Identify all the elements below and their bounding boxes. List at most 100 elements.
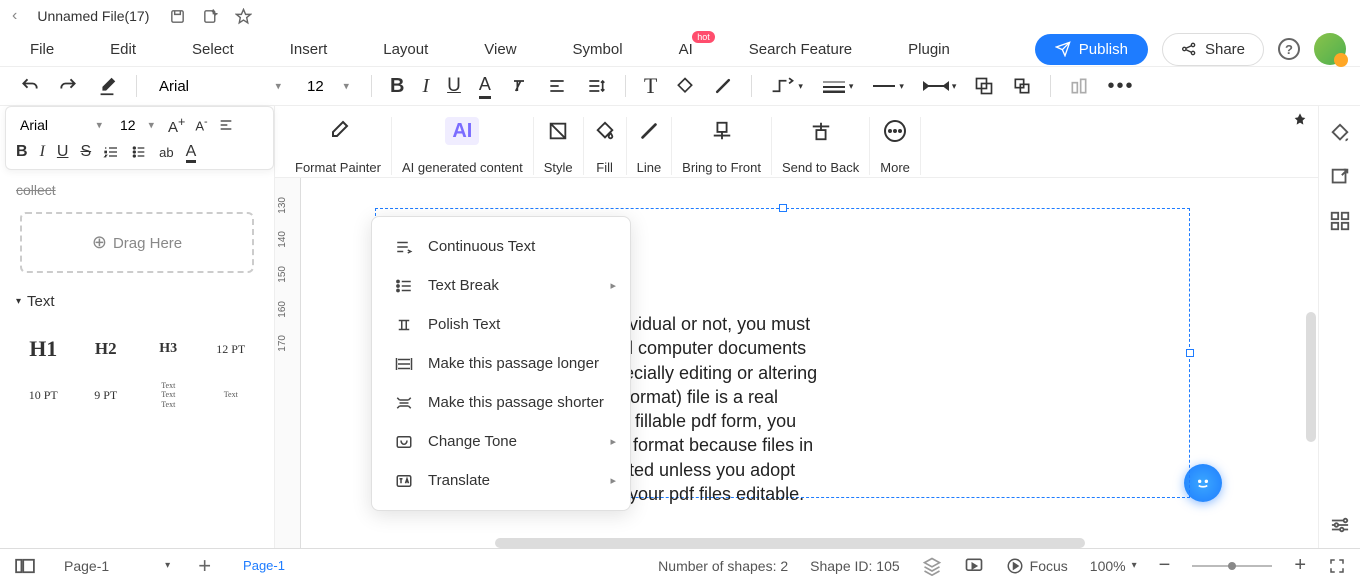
ai-menu-text-break[interactable]: Text Break ▸ [372, 266, 630, 305]
menu-layout[interactable]: Layout [383, 41, 428, 58]
decrease-font-icon[interactable]: A- [195, 116, 207, 133]
line-icon[interactable] [713, 76, 733, 96]
float-underline-icon[interactable]: U [57, 143, 69, 161]
page-tab-active[interactable]: Page-1 [229, 558, 299, 573]
text-preset-12pt[interactable]: 12 PT [202, 328, 261, 370]
align-icon[interactable] [547, 76, 567, 96]
align-objects-icon[interactable] [1069, 76, 1089, 96]
ctx-more[interactable]: More [870, 117, 921, 175]
layers-icon[interactable] [922, 556, 942, 576]
ai-menu-longer[interactable]: Make this passage longer [372, 344, 630, 383]
underline-icon[interactable]: U [447, 75, 461, 97]
redo-icon[interactable] [58, 76, 78, 96]
menu-select[interactable]: Select [192, 41, 234, 58]
layer-icon[interactable] [974, 76, 994, 96]
italic-icon[interactable]: I [422, 75, 429, 98]
ctx-bring-front[interactable]: Bring to Front [672, 117, 772, 175]
text-tool-icon[interactable]: T [644, 73, 657, 99]
resize-handle-top[interactable] [779, 204, 787, 212]
horizontal-scrollbar[interactable] [495, 538, 1085, 548]
ai-menu-translate[interactable]: Translate ▸ [372, 461, 630, 500]
star-icon[interactable] [235, 8, 252, 25]
increase-font-icon[interactable]: A+ [168, 115, 185, 136]
resize-handle-right[interactable] [1186, 349, 1194, 357]
fullscreen-icon[interactable] [1328, 557, 1346, 575]
avatar[interactable] [1314, 33, 1346, 65]
font-color-icon[interactable]: A [479, 74, 491, 99]
bold-icon[interactable]: B [390, 75, 404, 98]
zoom-slider[interactable] [1192, 561, 1272, 571]
format-painter-icon[interactable] [96, 75, 118, 97]
vertical-scrollbar[interactable] [1306, 312, 1316, 442]
zoom-in-icon[interactable]: + [1294, 554, 1306, 577]
float-size-select[interactable] [116, 113, 158, 137]
export-icon[interactable] [202, 8, 219, 25]
menu-insert[interactable]: Insert [290, 41, 328, 58]
font-size-select[interactable] [303, 74, 353, 99]
clear-format-icon[interactable] [509, 76, 529, 96]
undo-icon[interactable] [20, 76, 40, 96]
menu-ai[interactable]: AI hot [679, 41, 693, 58]
text-preset-h1[interactable]: H1 [14, 328, 73, 370]
line-spacing-icon[interactable] [585, 76, 607, 96]
text-preset-10pt[interactable]: 10 PT [14, 374, 73, 416]
share-button[interactable]: Share [1162, 33, 1264, 66]
settings-toggle-icon[interactable] [1329, 516, 1351, 534]
menu-search[interactable]: Search Feature [749, 41, 852, 58]
float-color-icon[interactable]: A [186, 143, 197, 161]
ctx-format-painter[interactable]: Format Painter [285, 117, 392, 175]
menu-edit[interactable]: Edit [110, 41, 136, 58]
page-selector[interactable]: Page-1 ▾ [54, 554, 180, 578]
menu-symbol[interactable]: Symbol [573, 41, 623, 58]
publish-button[interactable]: Publish [1035, 34, 1148, 65]
text-preset-h2[interactable]: H2 [77, 328, 136, 370]
group-icon[interactable] [1012, 76, 1032, 96]
line-style-icon[interactable]: ▾ [821, 79, 854, 93]
ctx-send-back[interactable]: Send to Back [772, 117, 870, 175]
ai-menu-polish[interactable]: Polish Text [372, 305, 630, 344]
float-font-select[interactable] [16, 113, 106, 137]
float-strike-icon[interactable]: S [80, 143, 91, 161]
float-bold-icon[interactable]: B [16, 143, 28, 161]
help-icon[interactable]: ? [1278, 38, 1300, 60]
arrow-style-icon[interactable]: ▾ [922, 80, 957, 92]
text-section-header[interactable]: ▾ Text [0, 283, 274, 320]
add-page-icon[interactable]: + [198, 553, 211, 579]
pin-icon[interactable] [1292, 112, 1308, 128]
ai-menu-continuous[interactable]: Continuous Text [372, 227, 630, 266]
ai-menu-shorter[interactable]: Make this passage shorter [372, 383, 630, 422]
line-pattern-icon[interactable]: ▾ [871, 81, 904, 92]
ai-menu-tone[interactable]: Change Tone ▸ [372, 422, 630, 461]
menu-plugin[interactable]: Plugin [908, 41, 950, 58]
text-preset-small[interactable]: Text [202, 374, 261, 416]
ctx-line[interactable]: Line [627, 117, 673, 175]
menu-view[interactable]: View [484, 41, 516, 58]
fill-icon[interactable] [675, 76, 695, 96]
float-italic-icon[interactable]: I [40, 143, 45, 161]
shape-export-icon[interactable] [1329, 166, 1351, 188]
drag-here-zone[interactable]: ⊕Drag Here [20, 212, 254, 273]
ctx-fill[interactable]: Fill [584, 117, 627, 175]
text-preset-paragraph[interactable]: Text Text Text [139, 374, 198, 416]
float-subscript-icon[interactable]: ab [159, 145, 173, 160]
text-preset-9pt[interactable]: 9 PT [77, 374, 136, 416]
font-family-select[interactable] [155, 74, 285, 99]
zoom-control[interactable]: 100% ▾ [1090, 558, 1137, 574]
float-align-icon[interactable] [218, 117, 234, 133]
ctx-ai-gen[interactable]: AI AI generated content [392, 117, 534, 175]
menu-file[interactable]: File [30, 41, 54, 58]
outline-view-icon[interactable] [14, 558, 36, 574]
more-icon[interactable]: ••• [1107, 75, 1134, 98]
connector-icon[interactable]: ▾ [770, 77, 803, 95]
grid-icon[interactable] [1329, 210, 1351, 232]
document-body-text[interactable]: ndividual or not, you must t all compute… [605, 312, 1135, 506]
presentation-icon[interactable] [964, 556, 984, 576]
focus-mode[interactable]: Focus [1006, 557, 1068, 575]
float-bullet-list-icon[interactable] [131, 144, 147, 160]
save-icon[interactable] [169, 8, 186, 25]
back-icon[interactable]: ‹ [12, 7, 17, 25]
paint-bucket-icon[interactable] [1329, 122, 1351, 144]
float-numbered-list-icon[interactable] [103, 144, 119, 160]
ctx-style[interactable]: Style [534, 117, 584, 175]
zoom-out-icon[interactable]: − [1159, 554, 1171, 577]
